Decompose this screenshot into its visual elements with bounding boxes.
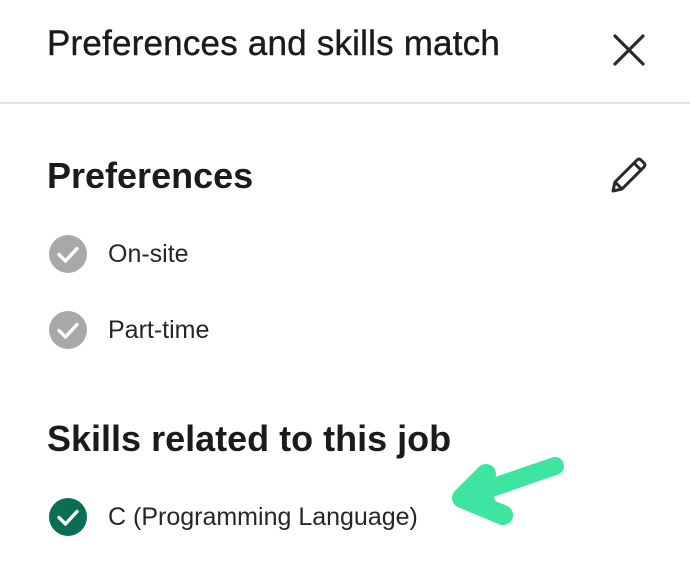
edit-preferences-button[interactable] [604,152,652,200]
check-circle-icon [49,498,87,536]
preferences-heading: Preferences [47,155,254,196]
close-button[interactable] [606,27,652,73]
close-icon [613,34,645,66]
pencil-icon [611,157,647,193]
preference-label: Part-time [108,315,210,344]
check-circle-icon [49,235,87,273]
preference-item-part-time: Part-time [48,308,209,352]
check-circle-icon [49,311,87,349]
skills-heading: Skills related to this job [47,418,452,459]
skill-item-c-language: C (Programming Language) [48,495,418,539]
skill-label: C (Programming Language) [108,502,418,531]
preference-label: On-site [108,239,189,268]
dialog-title: Preferences and skills match [47,24,501,63]
preference-item-on-site: On-site [48,232,189,276]
dialog-header: Preferences and skills match [0,0,690,104]
